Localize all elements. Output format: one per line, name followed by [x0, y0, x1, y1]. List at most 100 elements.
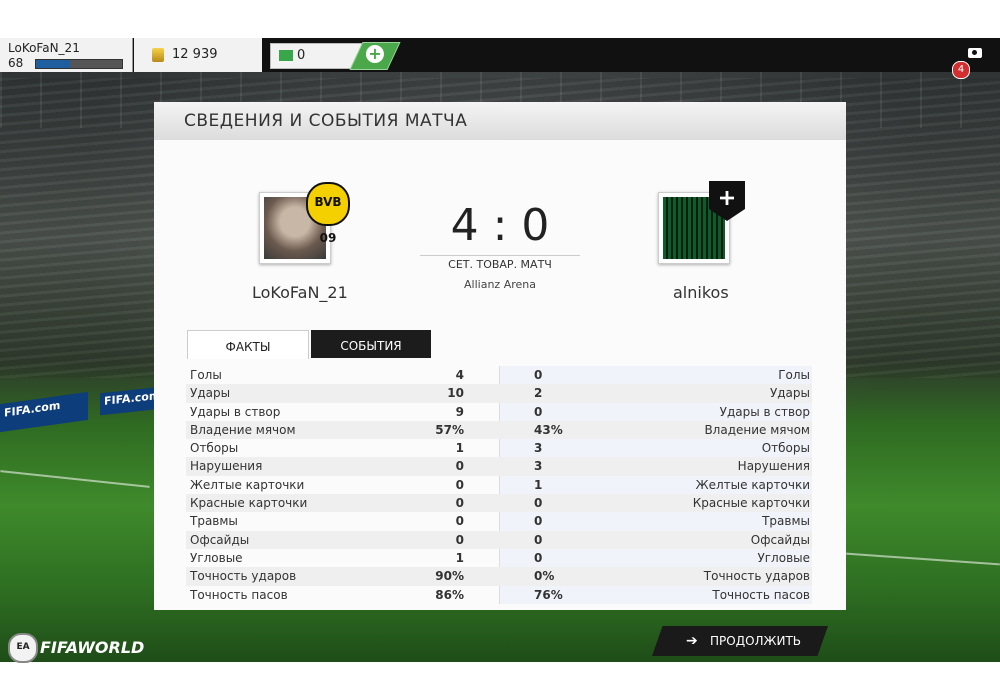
stat-label-home: Удары в створ — [190, 404, 281, 419]
stat-label-away: Травмы — [762, 514, 810, 529]
fifa-points-icon — [279, 50, 293, 61]
stat-label-away: Желтые карточки — [695, 477, 810, 492]
ad-board-mid: FIFA.com — [100, 386, 162, 416]
stat-row: Удары в створ 9 0 Удары в створ — [186, 403, 812, 421]
stat-value-home: 0 — [455, 514, 464, 529]
stat-row: Травмы 0 0 Травмы — [186, 512, 812, 530]
stat-label-home: Офсайды — [190, 532, 250, 547]
stat-label-away: Точность ударов — [703, 569, 810, 584]
stat-row: Голы 4 0 Голы — [186, 366, 812, 384]
stat-label-home: Желтые карточки — [190, 477, 305, 492]
stat-value-away: 0 — [534, 514, 543, 529]
stat-row: Нарушения 0 3 Нарушения — [186, 457, 812, 476]
top-bar: LoKoFaN_21 68 12 939 0 + — [0, 38, 1000, 72]
stat-value-away: 0 — [534, 550, 543, 565]
stat-label-home: Удары — [190, 386, 231, 401]
stat-value-away: 3 — [534, 441, 543, 456]
stats-table: Голы 4 0 Голы Удары 10 2 Удары Удары в створ 9 0 Уд… — [186, 366, 812, 604]
home-club-badge: BVB 09 — [306, 182, 350, 245]
page-title: СВЕДЕНИЯ И СОБЫТИЯ МАТЧА — [184, 111, 468, 131]
points-value: 0 — [297, 48, 306, 63]
stat-label-home: Красные карточки — [190, 496, 308, 511]
stat-value-away: 0 — [534, 532, 543, 547]
notification-badge[interactable]: 4 — [952, 61, 970, 79]
stat-label-home: Травмы — [190, 514, 238, 529]
stat-value-away: 0% — [534, 569, 555, 584]
stat-row: Угловые 1 0 Угловые — [186, 549, 812, 567]
stat-label-away: Отборы — [761, 441, 810, 456]
stat-value-home: 10 — [447, 386, 464, 401]
pitch-line — [0, 470, 150, 488]
stat-value-away: 0 — [534, 404, 543, 419]
stat-row: Отборы 1 3 Отборы — [186, 439, 812, 457]
fifa-world-logo: FIFAWORLD — [40, 638, 145, 657]
stat-label-away: Точность пасов — [712, 587, 810, 602]
coins-value: 12 939 — [172, 47, 218, 62]
stat-label-home: Владение мячом — [190, 422, 296, 437]
stadium-name: Allianz Arena — [464, 278, 536, 291]
stat-row: Точность ударов 90% 0% Точность ударов — [186, 567, 812, 586]
continue-label: ПРОДОЛЖИТЬ — [710, 634, 802, 648]
panel-header: СВЕДЕНИЯ И СОБЫТИЯ МАТЧА — [154, 102, 846, 140]
stat-value-home: 9 — [455, 404, 464, 419]
stat-label-home: Нарушения — [190, 459, 263, 474]
stat-value-home: 86% — [435, 587, 464, 602]
stat-value-home: 0 — [455, 532, 464, 547]
username: LoKoFaN_21 — [8, 41, 80, 55]
xp-progress-bar — [35, 59, 123, 69]
stat-label-away: Удары — [769, 386, 810, 401]
continue-button[interactable]: ➔ ПРОДОЛЖИТЬ — [652, 626, 828, 656]
tab-facts[interactable]: ФАКТЫ — [187, 330, 309, 359]
stat-label-home: Угловые — [190, 550, 243, 565]
stat-row: Красные карточки 0 0 Красные карточки — [186, 494, 812, 513]
stat-label-away: Владение мячом — [704, 422, 810, 437]
stat-value-home: 0 — [455, 477, 464, 492]
xp-progress-fill — [36, 60, 71, 68]
stat-value-home: 1 — [455, 550, 464, 565]
points-counter: 0 — [270, 43, 362, 69]
stat-label-home: Отборы — [190, 441, 239, 456]
match-type: СЕТ. ТОВАР. МАТЧ — [420, 255, 580, 271]
tab-events[interactable]: СОБЫТИЯ — [311, 330, 431, 358]
stat-row: Удары 10 2 Удары — [186, 384, 812, 403]
stat-label-away: Красные карточки — [692, 496, 810, 511]
plus-icon: + — [365, 44, 384, 63]
stat-row: Владение мячом 57% 43% Владение мячом — [186, 420, 812, 440]
stat-label-away: Угловые — [757, 550, 810, 565]
match-score: 4 : 0 — [450, 200, 550, 251]
stat-label-away: Нарушения — [737, 459, 810, 474]
stat-value-home: 57% — [435, 422, 464, 437]
stat-label-away: Офсайды — [750, 532, 810, 547]
stat-label-away: Голы — [778, 368, 810, 382]
stat-row: Точность пасов 86% 76% Точность пасов — [186, 586, 812, 604]
home-player-name: LoKoFaN_21 — [252, 283, 348, 302]
stat-value-home: 4 — [455, 368, 464, 382]
stat-row: Офсайды 0 0 Офсайды — [186, 530, 812, 549]
stat-value-away: 76% — [534, 587, 563, 602]
stat-label-away: Удары в створ — [719, 404, 810, 419]
stat-value-home: 90% — [435, 569, 464, 584]
user-profile[interactable]: LoKoFaN_21 68 — [0, 38, 133, 72]
stat-value-away: 1 — [534, 477, 543, 492]
ad-board-left: FIFA.com — [0, 391, 88, 433]
stat-value-home: 0 — [455, 459, 464, 474]
ea-sports-logo: EA — [8, 633, 38, 663]
stat-label-home: Точность пасов — [190, 587, 288, 602]
pitch-line — [846, 552, 1000, 566]
stat-value-away: 43% — [534, 422, 563, 437]
stat-value-away: 2 — [534, 386, 543, 401]
user-level: 68 — [8, 56, 24, 70]
stat-row: Желтые карточки 0 1 Желтые карточки — [186, 476, 812, 494]
camera-icon[interactable] — [968, 48, 982, 58]
coins-counter: 12 939 — [134, 38, 262, 72]
stat-label-home: Голы — [190, 368, 222, 382]
stat-value-home: 1 — [455, 441, 464, 456]
stat-value-away: 0 — [534, 368, 543, 382]
arrow-right-icon: ➔ — [686, 633, 698, 649]
away-player-name: alnikos — [673, 283, 729, 302]
stat-value-away: 3 — [534, 459, 543, 474]
coin-icon — [152, 48, 164, 62]
stat-value-home: 0 — [455, 496, 464, 511]
stat-label-home: Точность ударов — [190, 569, 297, 584]
stat-value-away: 0 — [534, 496, 543, 511]
